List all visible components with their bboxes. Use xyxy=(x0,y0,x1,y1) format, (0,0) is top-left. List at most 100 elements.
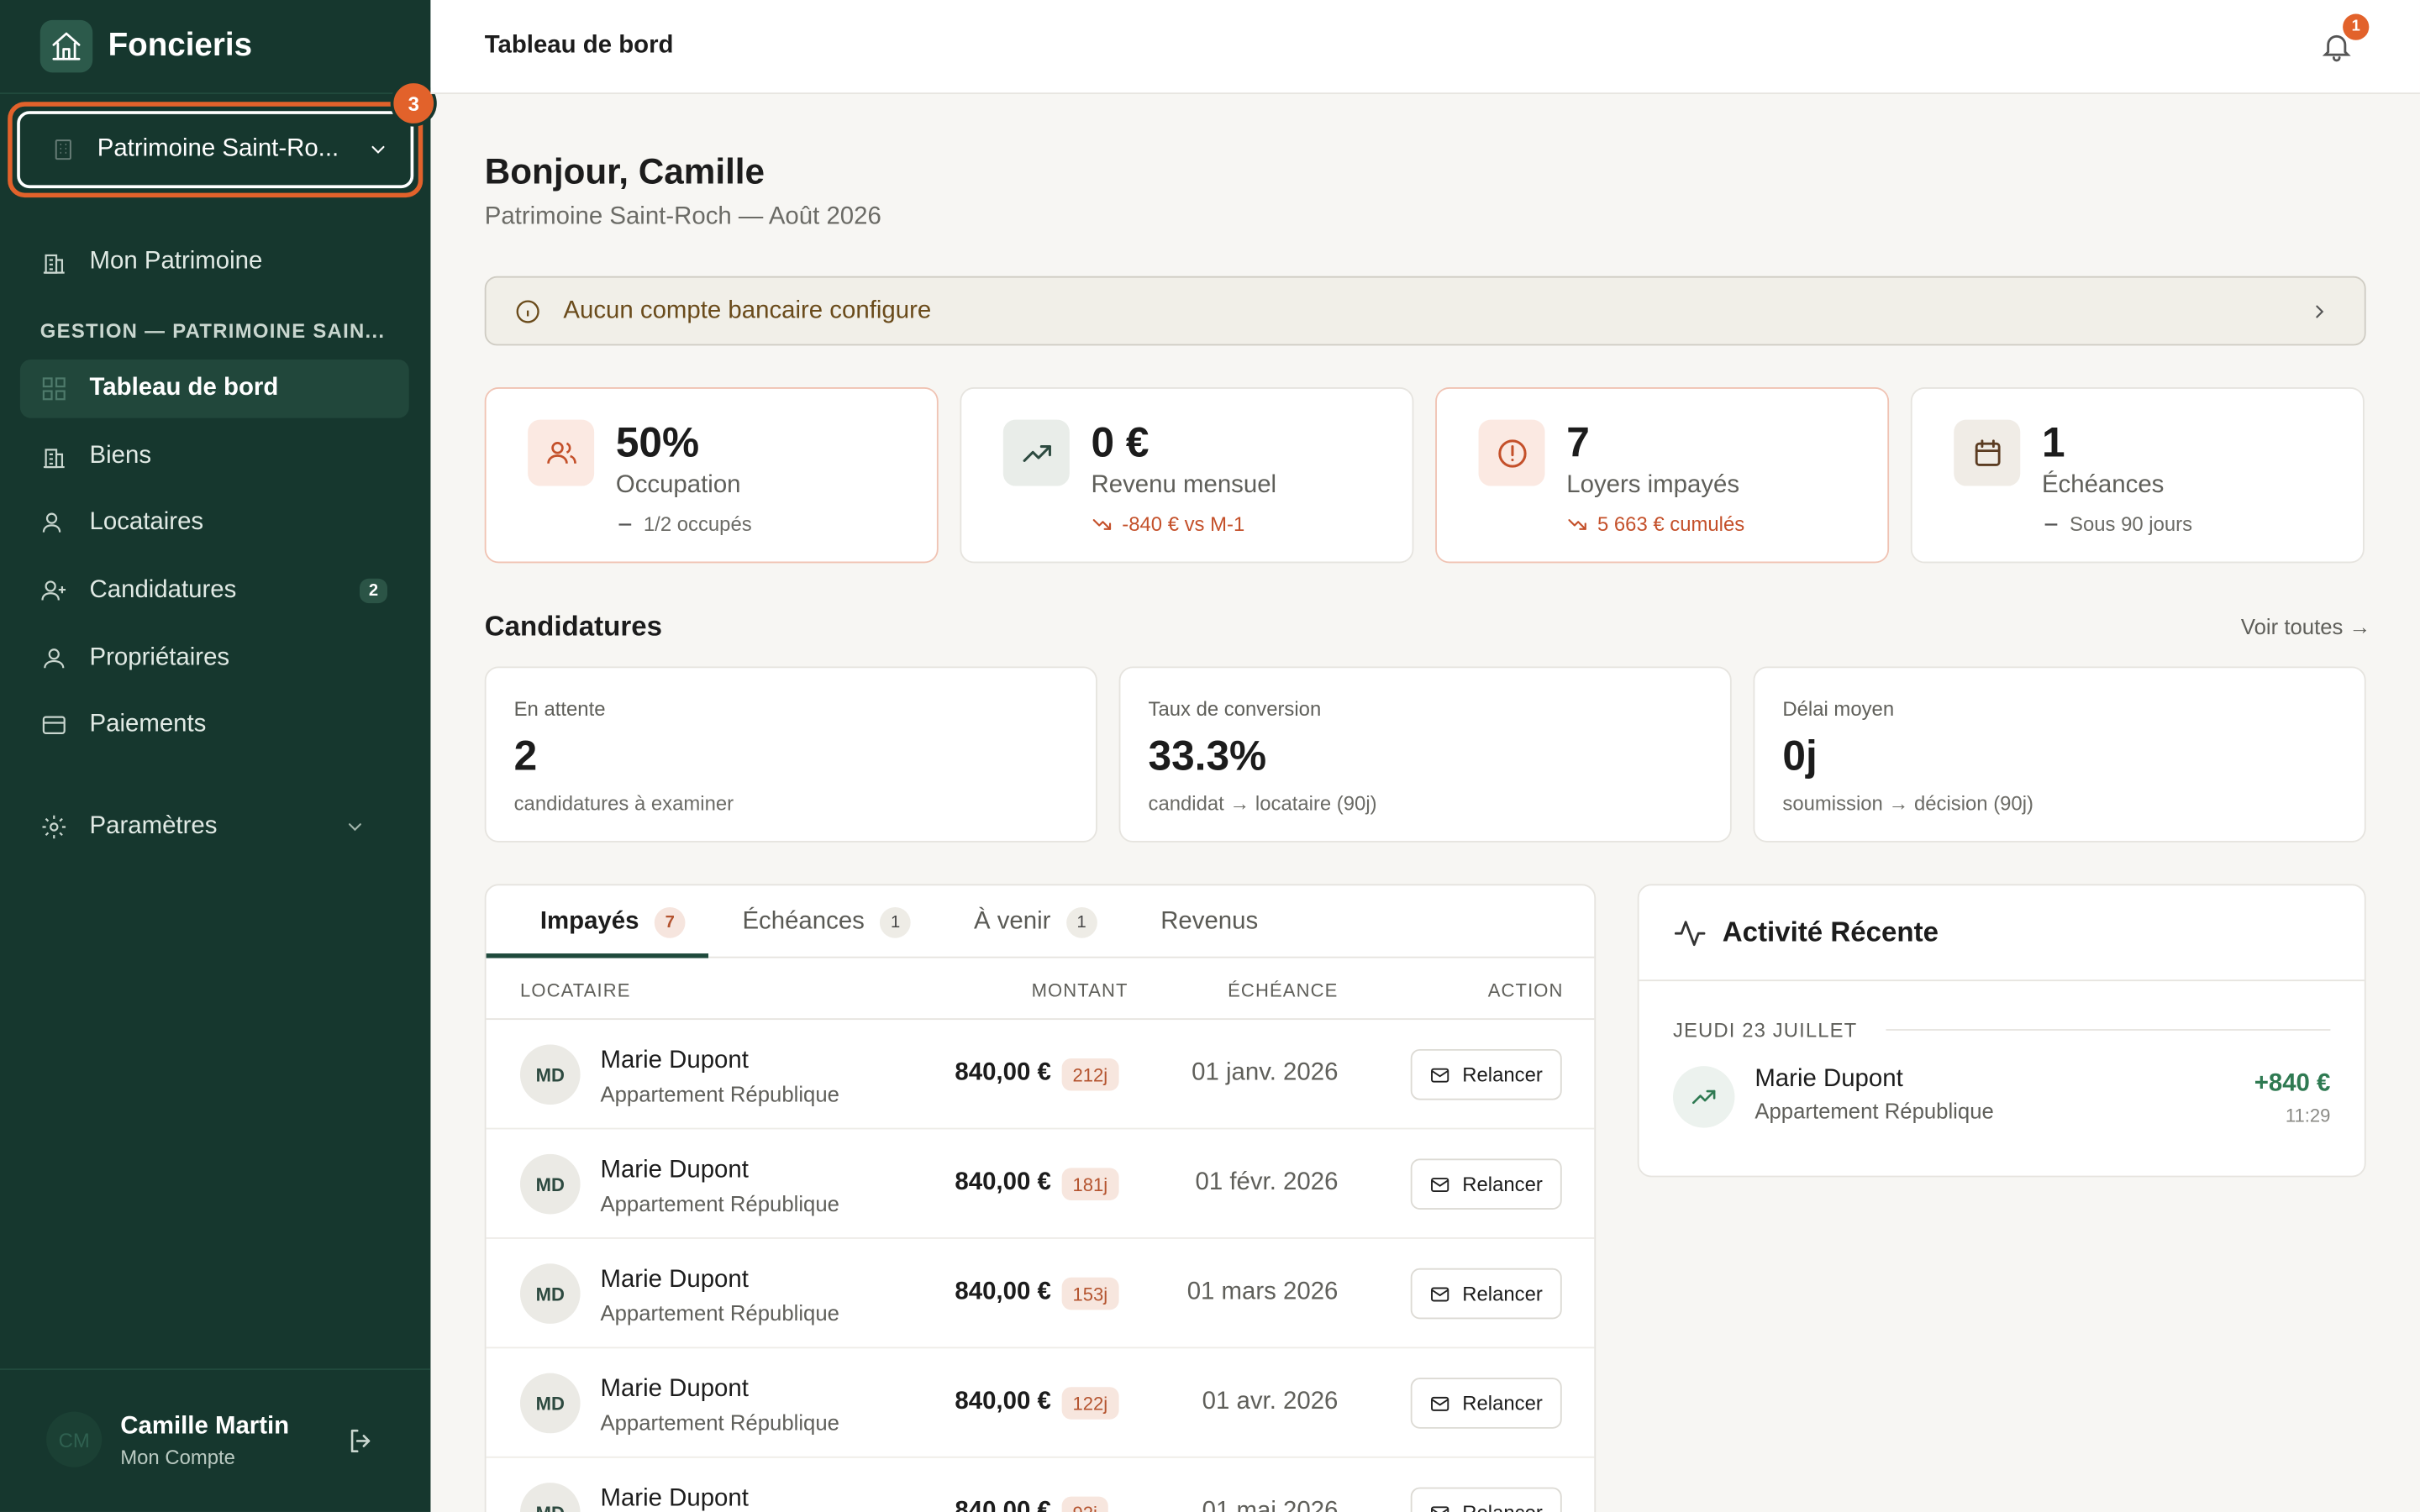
dashboard-icon xyxy=(42,377,66,401)
tab-revenus[interactable]: Revenus xyxy=(1160,885,1258,958)
stat-card-revenu[interactable]: 0 € Revenu mensuel -840 € vs M-1 xyxy=(960,387,1414,564)
info-icon xyxy=(516,299,539,323)
brand[interactable]: Foncieris xyxy=(39,19,252,73)
trend-up-icon xyxy=(1672,1066,1735,1128)
tab-impayes[interactable]: Impayés 7 xyxy=(540,885,686,958)
stat-card-echeances[interactable]: 1 Échéances Sous 90 jours xyxy=(1910,387,2365,564)
card-sub: candidatures à examiner xyxy=(513,791,734,815)
account-link[interactable]: Mon Compte xyxy=(120,1446,235,1469)
stat-value: 0 € xyxy=(1091,419,1150,466)
due-date: 01 mai 2026 xyxy=(1202,1498,1339,1512)
see-all-link[interactable]: Voir toutes → xyxy=(2241,614,2370,638)
avatar: MD xyxy=(519,1153,581,1215)
tenant-property: Appartement République xyxy=(600,1081,839,1106)
building-icon xyxy=(55,139,71,160)
mail-icon xyxy=(1431,1505,1450,1512)
payments-table-card: Impayés 7 Échéances 1 À venir 1 Revenus … xyxy=(484,884,1597,1512)
stat-card-loyers-impayes[interactable]: 7 Loyers impayés 5 663 € cumulés xyxy=(1435,387,1890,564)
activity-card: Activité Récente JEUDI 23 JUILLET Marie … xyxy=(1637,884,2366,1178)
card-label: Délai moyen xyxy=(1782,697,1895,721)
user-plus-icon xyxy=(41,580,66,601)
stat-value: 7 xyxy=(1566,419,1590,466)
sidebar-item-locataires[interactable]: Locataires xyxy=(20,494,409,553)
sidebar-item-biens[interactable]: Biens xyxy=(20,428,409,486)
sidebar-item-label: Propriétaires xyxy=(89,644,230,671)
sidebar-item-label: Biens xyxy=(89,443,152,470)
amount: 840,00 € xyxy=(955,1498,1051,1512)
amount: 840,00 € xyxy=(955,1059,1051,1087)
stat-sub-text: 1/2 occupés xyxy=(643,512,752,536)
due-date: 01 mars 2026 xyxy=(1186,1278,1339,1305)
alert-banner[interactable]: Aucun compte bancaire configure xyxy=(484,276,2366,346)
divider xyxy=(0,1368,431,1370)
divider xyxy=(1886,1029,2331,1031)
stat-label: Revenu mensuel xyxy=(1091,472,1277,499)
tab-count: 7 xyxy=(654,906,686,937)
activity-amount: +840 € xyxy=(2254,1070,2331,1097)
amount: 840,00 € xyxy=(955,1169,1051,1196)
greeting: Bonjour, Camille xyxy=(484,150,765,192)
divider xyxy=(0,92,431,95)
amount: 840,00 € xyxy=(955,1389,1051,1415)
due-date: 01 févr. 2026 xyxy=(1195,1169,1339,1196)
workspace-switcher[interactable]: Patrimoine Saint-Ro... xyxy=(17,111,414,189)
logout-icon[interactable] xyxy=(345,1425,376,1457)
tenant-name: Marie Dupont xyxy=(600,1266,749,1294)
stat-label: Occupation xyxy=(615,472,741,499)
tab-label: Impayés xyxy=(539,907,639,935)
activity-time: 11:29 xyxy=(2285,1105,2331,1126)
sidebar-item-tableau-de-bord[interactable]: Tableau de bord xyxy=(19,359,409,418)
stat-value: 50% xyxy=(615,419,700,466)
activity-header: Activité Récente xyxy=(1639,885,2365,982)
relancer-button[interactable]: Relancer xyxy=(1410,1268,1562,1320)
user-name: Camille Martin xyxy=(120,1413,290,1440)
card-label: En attente xyxy=(513,697,606,721)
table-row[interactable]: MDMarie DupontAppartement République840,… xyxy=(486,1020,1595,1130)
table-row[interactable]: MDMarie DupontAppartement République840,… xyxy=(486,1129,1595,1239)
button-label: Relancer xyxy=(1462,1391,1543,1415)
table-row[interactable]: MDMarie DupontAppartement République840,… xyxy=(486,1239,1595,1349)
sidebar: Foncieris Patrimoine Saint-Ro... 3 Mon P… xyxy=(0,0,437,1512)
tab-a-venir[interactable]: À venir 1 xyxy=(974,885,1097,958)
stat-card-occupation[interactable]: 50% Occupation 1/2 occupés xyxy=(484,387,939,564)
stat-label: Loyers impayés xyxy=(1566,472,1740,499)
gear-icon xyxy=(42,815,66,839)
mail-icon xyxy=(1431,1067,1450,1082)
dash-icon xyxy=(2044,522,2058,525)
trend-up-icon xyxy=(1002,419,1070,486)
avatar: MD xyxy=(519,1044,581,1105)
subtitle: Patrimoine Saint-Roch — Août 2026 xyxy=(484,203,881,230)
tenant-property: Appartement République xyxy=(600,1300,839,1326)
sidebar-item-mon-patrimoine[interactable]: Mon Patrimoine xyxy=(20,233,409,291)
sidebar-item-label: Locataires xyxy=(89,509,204,536)
trend-down-icon xyxy=(1092,518,1112,529)
avatar[interactable]: CM xyxy=(46,1411,103,1467)
logo-icon xyxy=(39,19,93,73)
section-title-candidatures: Candidatures xyxy=(484,611,663,643)
table-row[interactable]: MDMarie DupontAppartement République840,… xyxy=(486,1348,1595,1458)
users-icon xyxy=(42,512,61,533)
user-icon xyxy=(44,648,65,669)
sidebar-item-parametres[interactable]: Paramètres xyxy=(20,798,409,857)
relancer-button[interactable]: Relancer xyxy=(1410,1378,1562,1429)
tab-echeances[interactable]: Échéances 1 xyxy=(742,885,911,958)
sidebar-item-candidatures[interactable]: Candidatures 2 xyxy=(20,562,409,621)
overdue-badge: 153j xyxy=(1061,1277,1119,1310)
relancer-button[interactable]: Relancer xyxy=(1410,1048,1562,1100)
button-label: Relancer xyxy=(1462,1282,1543,1305)
table-row[interactable]: MDMarie DupontAppartement République840,… xyxy=(487,1458,1595,1512)
column-header: LOCATAIRE xyxy=(519,979,631,1002)
button-label: Relancer xyxy=(1462,1501,1543,1512)
sidebar-item-label: Mon Patrimoine xyxy=(89,248,263,275)
sidebar-item-paiements[interactable]: Paiements xyxy=(20,696,409,754)
sidebar-item-proprietaires[interactable]: Propriétaires xyxy=(20,629,409,688)
chevron-right-icon xyxy=(2316,305,2324,318)
relancer-button[interactable]: Relancer xyxy=(1410,1487,1562,1512)
sidebar-section-label: GESTION — PATRIMOINE SAIN... xyxy=(39,319,386,343)
card-value: 33.3% xyxy=(1148,732,1267,780)
sidebar-item-label: Paramètres xyxy=(89,812,218,840)
stat-sub-text: -840 € vs M-1 xyxy=(1122,512,1245,536)
trend-down-icon xyxy=(1568,518,1586,529)
card-value: 2 xyxy=(513,732,538,780)
relancer-button[interactable]: Relancer xyxy=(1410,1158,1562,1210)
